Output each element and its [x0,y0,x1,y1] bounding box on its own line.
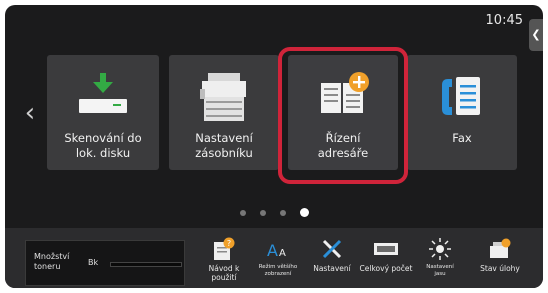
toner-level-panel: Množství toneru Bk [25,240,185,286]
large-text-icon: A A [249,236,307,262]
manual-button[interactable]: ? Návod k použití [195,236,253,282]
svg-text:A: A [279,248,286,259]
tile-label: Fax [452,131,472,145]
manual-icon: ? [195,236,253,262]
settings-tools-icon [303,236,361,262]
job-status-button[interactable]: Stav úlohy [471,236,529,273]
page-indicator [5,201,543,220]
toner-color-label: Bk [88,258,99,267]
settings-button[interactable]: Nastavení [303,236,361,273]
bottom-button-label: Stav úlohy [480,264,520,273]
page-dot[interactable] [279,210,286,216]
tile-label: Nastavení zásobníku [195,131,253,160]
tile-scan-to-local-disk[interactable]: Skenování do lok. disku [47,55,159,170]
bottom-button-label: Celkový počet [359,264,413,273]
chevron-left-icon: ‹ [24,98,36,128]
page-dot[interactable] [259,210,266,216]
tile-tray-settings[interactable]: Nastavení zásobníku [169,55,279,170]
fax-icon [432,71,492,125]
svg-text:?: ? [227,239,231,248]
svg-text:A: A [267,241,278,260]
printer-tray-icon [194,71,254,129]
bottom-button-label: Režim většího zobrazení [258,264,298,277]
counter-icon [357,236,415,262]
bottom-bar: Množství toneru Bk ? Návod k použití A A… [5,228,543,288]
scan-to-disk-icon [73,71,133,125]
bottom-button-label: Nastavení [313,264,351,273]
large-display-mode-button[interactable]: A A Režim většího zobrazení [249,236,307,278]
chevron-left-icon: ❮ [531,28,541,41]
total-count-button[interactable]: Celkový počet [357,236,415,273]
scroll-left-button[interactable]: ‹ [19,95,41,131]
highlight-frame [278,47,408,184]
job-status-icon [471,236,529,262]
page-dot[interactable] [239,210,246,216]
tile-label: Skenování do lok. disku [64,131,142,160]
side-panel-tab[interactable]: ❮ [529,19,543,51]
brightness-button[interactable]: Nastavení jasu [411,236,469,278]
page-dot-active[interactable] [299,208,309,217]
bottom-button-label: Nastavení jasu [426,264,454,277]
device-screen: 10:45 ❮ ‹ Skenování do lok. disku Nastav… [5,5,543,288]
tile-fax[interactable]: Fax [407,55,517,170]
toner-level-bar [110,262,182,267]
clock: 10:45 [485,13,523,28]
brightness-icon [411,236,469,262]
bottom-button-label: Návod k použití [208,264,240,282]
toner-label: Množství toneru [34,252,70,271]
